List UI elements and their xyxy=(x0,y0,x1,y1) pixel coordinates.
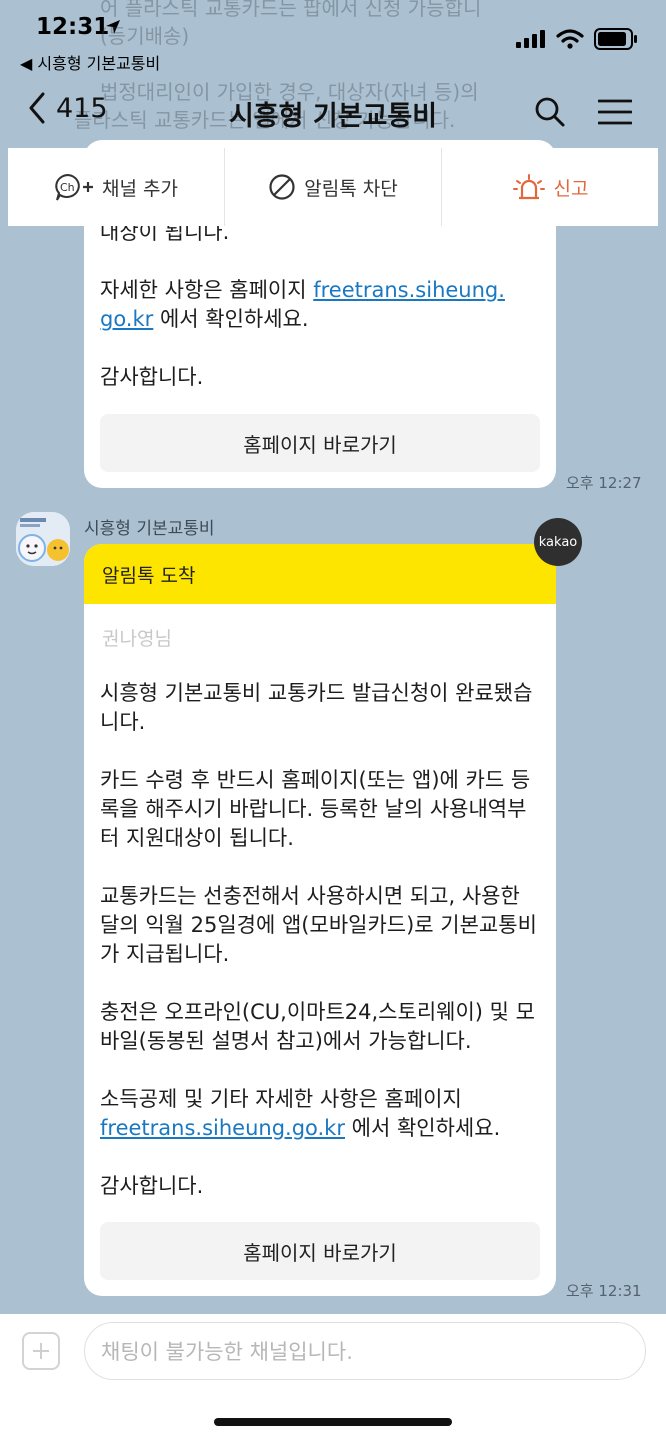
chevron-left-icon xyxy=(29,92,45,124)
recipient-name: 권나영님 xyxy=(102,628,172,650)
channel-add-icon: Ch xyxy=(55,173,94,201)
chat-header: 415 시흥형 기본교통비 xyxy=(0,82,666,142)
home-indicator[interactable] xyxy=(214,1418,452,1426)
message-time: 오후 12:27 xyxy=(566,474,642,492)
add-channel-button[interactable]: Ch 채널 추가 xyxy=(8,148,225,226)
message-text: 소득공제 및 기타 자세한 사항은 홈페이지 freetrans.siheung… xyxy=(100,1087,501,1140)
menu-icon[interactable] xyxy=(598,98,632,126)
message-text: 카드 수령 후 반드시 홈페이지(또는 앱)에 카드 등록을 해주시기 바랍니다… xyxy=(100,768,531,850)
message-text: 감사합니다. xyxy=(100,365,204,389)
homepage-button[interactable]: 홈페이지 바로가기 xyxy=(100,1222,540,1280)
cellular-signal-icon xyxy=(516,30,545,48)
chat-input-disabled[interactable]: 채팅이 불가능한 채널입니다. xyxy=(84,1322,646,1380)
siren-icon xyxy=(512,174,545,200)
back-button[interactable]: 415 xyxy=(28,92,108,124)
report-button[interactable]: 신고 xyxy=(442,148,658,226)
clock: 12:31 xyxy=(36,14,110,40)
wifi-icon xyxy=(556,29,584,49)
sender-name: 시흥형 기본교통비 xyxy=(84,519,215,539)
faded-text: (등기배송) xyxy=(100,24,190,48)
alimtalk-bubble: 알림톡 도착 권나영님 시흥형 기본교통비 교통카드 발급신청이 완료됐습니다.… xyxy=(84,544,556,1296)
homepage-link[interactable]: go.kr xyxy=(100,307,153,331)
back-to-app-link[interactable]: ◀ 시흥형 기본교통비 xyxy=(20,50,160,74)
channel-avatar[interactable] xyxy=(16,512,70,566)
add-channel-label: 채널 추가 xyxy=(102,177,178,200)
block-icon xyxy=(269,174,295,200)
kakao-badge: kakao xyxy=(534,518,582,566)
report-label: 신고 xyxy=(553,177,589,200)
faded-text: 어 플라스틱 교통카드는 팝에서 신청 가능합니 xyxy=(100,0,482,20)
block-label: 알림톡 차단 xyxy=(304,177,398,200)
battery-icon xyxy=(594,28,637,50)
message-text: 자세한 사항은 홈페이지 freetrans.siheung. go.kr 에서 … xyxy=(100,278,505,331)
message-time: 오후 12:31 xyxy=(566,1282,642,1300)
message-text: 시흥형 기본교통비 교통카드 발급신청이 완료됐습니다. xyxy=(100,681,533,734)
svg-text:Ch: Ch xyxy=(60,181,75,194)
homepage-link[interactable]: free xyxy=(100,1116,141,1140)
homepage-button[interactable]: 홈페이지 바로가기 xyxy=(100,414,540,472)
search-icon[interactable] xyxy=(534,96,566,128)
plus-icon[interactable] xyxy=(22,1332,60,1370)
system-icons xyxy=(516,28,638,50)
mascot-icon xyxy=(16,512,70,566)
message-text: 교통카드는 선충전해서 사용하시면 되고, 사용한 달의 익월 25일경에 앱(… xyxy=(100,884,537,966)
message-text: 충전은 오프라인(CU,이마트24,스토리웨이) 및 모바일(동봉된 설명서 참… xyxy=(100,1000,535,1053)
channel-action-bar: Ch 채널 추가 알림톡 차단 신고 xyxy=(8,148,658,226)
block-alimtalk-button[interactable]: 알림톡 차단 xyxy=(225,148,442,226)
homepage-link[interactable]: freetrans.siheung. xyxy=(313,278,505,302)
message-text: 감사합니다. xyxy=(100,1174,204,1198)
homepage-link[interactable]: trans.siheung.go.kr xyxy=(141,1116,345,1140)
unread-count: 415 xyxy=(56,92,108,124)
alimtalk-header: 알림톡 도착 xyxy=(84,544,556,604)
